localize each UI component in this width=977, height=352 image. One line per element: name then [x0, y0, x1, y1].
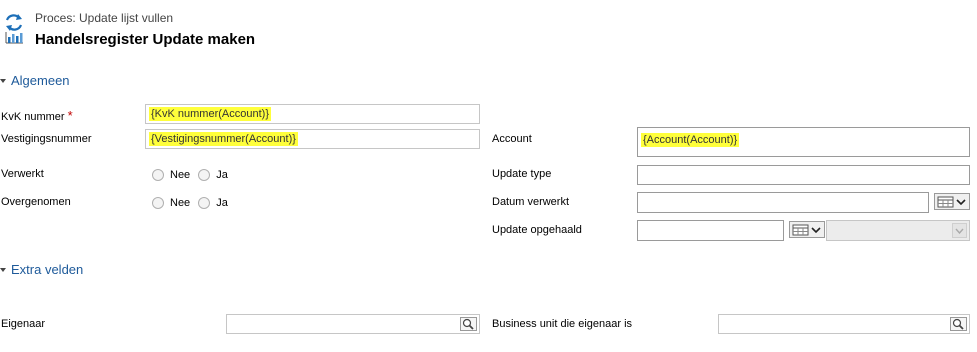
kvk-label: KvK nummer * [1, 108, 73, 123]
calendar-icon [937, 196, 966, 207]
lookup-magnifier-icon[interactable] [949, 316, 968, 332]
collapse-triangle-icon [0, 267, 6, 272]
vestiging-label: Vestigingsnummer [1, 133, 92, 145]
eigenaar-label: Eigenaar [1, 318, 46, 330]
kvk-value: {KvK nummer(Account)} [149, 107, 271, 121]
overgenomen-option-nee-label: Nee [170, 197, 191, 209]
overgenomen-radio-nee[interactable] [152, 197, 164, 209]
overgenomen-radio-group: Nee Ja [152, 197, 236, 209]
verwerkt-radio-nee[interactable] [152, 169, 164, 181]
process-chart-icon [4, 12, 24, 44]
section-general-title: Algemeen [11, 73, 70, 88]
required-marker: * [67, 108, 73, 123]
business-unit-label: Business unit die eigenaar is [492, 318, 633, 330]
kvk-label-text: KvK nummer [1, 111, 65, 123]
update-type-label: Update type [492, 168, 552, 180]
vestiging-value: {Vestigingsnummer(Account)} [149, 132, 298, 146]
overgenomen-option-ja-label: Ja [216, 197, 228, 209]
verwerkt-label: Verwerkt [1, 168, 44, 180]
section-extra-title: Extra velden [11, 262, 84, 277]
calendar-icon [792, 224, 821, 235]
datum-verwerkt-field[interactable] [637, 192, 929, 213]
lookup-magnifier-icon[interactable] [459, 316, 478, 332]
update-opgehaald-date-field[interactable] [637, 220, 784, 241]
section-general-toggle[interactable]: Algemeen [0, 73, 70, 88]
update-type-field[interactable] [637, 165, 970, 185]
update-opgehaald-time-select [826, 220, 970, 241]
datum-verwerkt-calendar-button[interactable] [934, 193, 970, 210]
overgenomen-label: Overgenomen [1, 196, 71, 208]
chevron-down-icon [952, 223, 967, 238]
section-extra-toggle[interactable]: Extra velden [0, 262, 83, 277]
page-title: Handelsregister Update maken [35, 31, 256, 48]
vestiging-field[interactable]: {Vestigingsnummer(Account)} [145, 129, 480, 149]
account-value: {Account(Account)} [641, 133, 740, 147]
datum-verwerkt-label: Datum verwerkt [492, 196, 570, 208]
business-unit-lookup-field[interactable] [718, 314, 970, 334]
account-field[interactable]: {Account(Account)} [637, 127, 970, 157]
verwerkt-radio-ja[interactable] [198, 169, 211, 181]
verwerkt-option-nee-label: Nee [170, 169, 191, 181]
overgenomen-radio-ja[interactable] [198, 197, 211, 209]
update-opgehaald-calendar-button[interactable] [789, 221, 825, 238]
kvk-field[interactable]: {KvK nummer(Account)} [145, 104, 480, 124]
collapse-triangle-icon [0, 78, 6, 83]
process-label: Proces: Update lijst vullen [35, 11, 174, 25]
update-opgehaald-label: Update opgehaald [492, 224, 582, 236]
verwerkt-radio-group: Nee Ja [152, 169, 236, 181]
account-label: Account [492, 133, 532, 145]
verwerkt-option-ja-label: Ja [216, 169, 228, 181]
eigenaar-lookup-field[interactable] [226, 314, 480, 334]
